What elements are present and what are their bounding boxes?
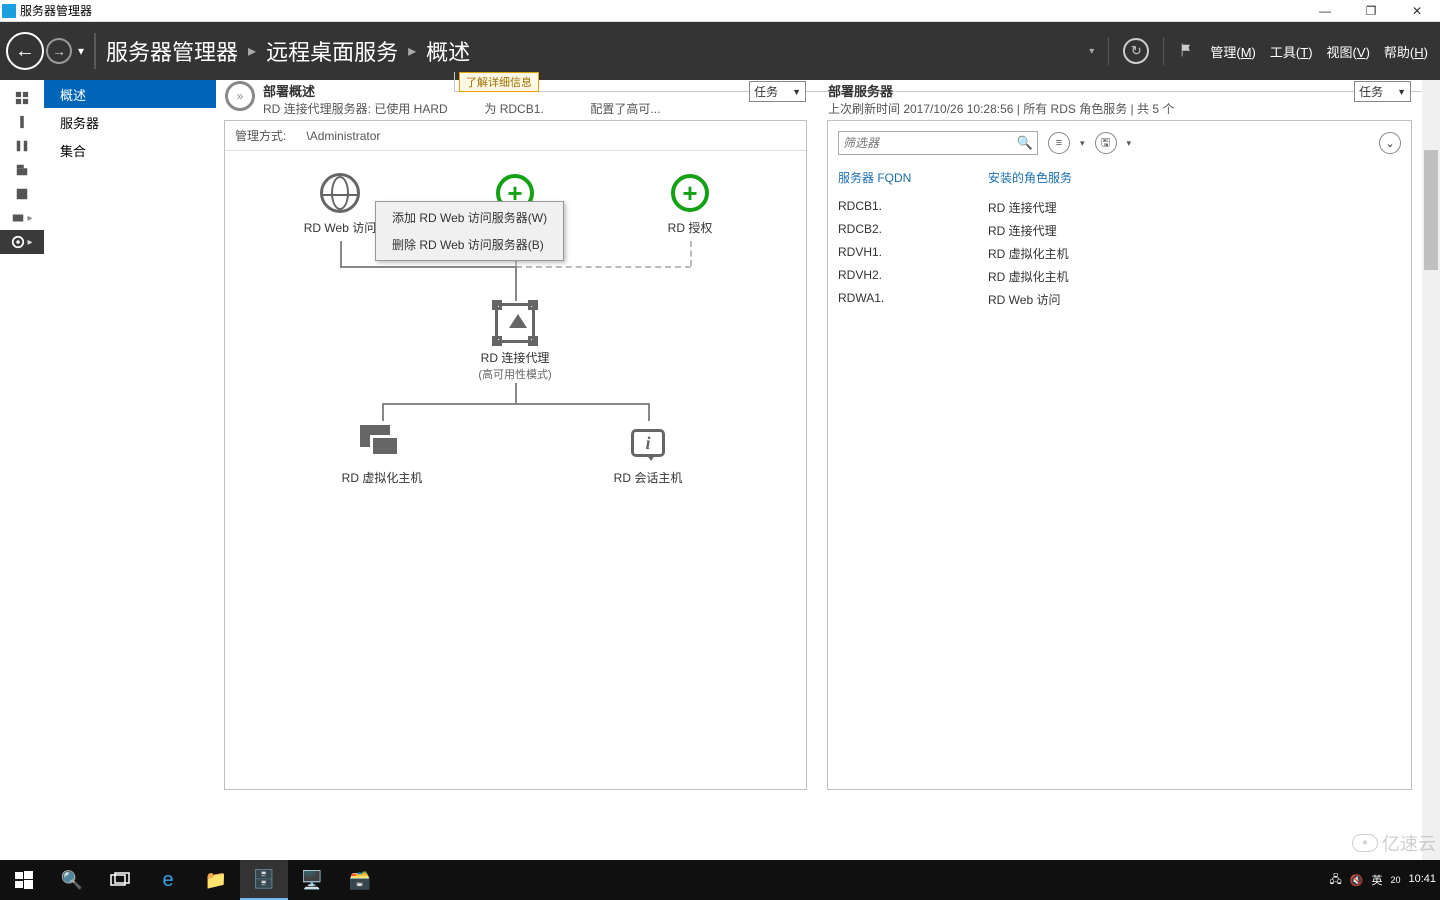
taskbar-servermanager-icon[interactable]: 🗄️	[240, 860, 288, 900]
node-rd-vhost[interactable]: RD 虚拟化主机	[307, 421, 457, 486]
window-title: 服务器管理器	[20, 2, 92, 19]
rail-hyperv-icon[interactable]: ▸	[0, 206, 44, 230]
nav-forward-button[interactable]: →	[46, 38, 72, 64]
list-view-button[interactable]: ≡	[1048, 132, 1070, 154]
ctx-add-rdweb[interactable]: 添加 RD Web 访问服务器(W)	[378, 204, 561, 231]
context-menu: 添加 RD Web 访问服务器(W) 删除 RD Web 访问服务器(B)	[375, 201, 564, 261]
node-rd-license[interactable]: + RD 授权	[615, 171, 765, 236]
chevron-right-icon: ▸	[248, 41, 256, 61]
dropdown-icon[interactable]: ▾	[1089, 46, 1094, 57]
rail-all-servers-icon[interactable]	[0, 134, 44, 158]
nav-separator	[94, 33, 96, 69]
panel-subtitle: RD 连接代理服务器: 已使用 HARD 为 RDCB1. 配置了高可...	[263, 100, 660, 117]
breadcrumb-leaf[interactable]: 概述	[426, 35, 470, 67]
col-fqdn[interactable]: 服务器 FQDN	[838, 169, 948, 186]
watermark: ✦亿速云	[1352, 830, 1436, 856]
node-rd-broker[interactable]: RD 连接代理 (高可用性模式)	[440, 301, 590, 382]
breadcrumb: 服务器管理器 ▸ 远程桌面服务 ▸ 概述	[106, 35, 470, 67]
breadcrumb-level1[interactable]: 远程桌面服务	[266, 35, 398, 67]
panel-header: 部署服务器 上次刷新时间 2017/10/26 10:28:56 | 所有 RD…	[828, 81, 1411, 117]
broker-icon	[495, 303, 535, 343]
taskbar-explorer-icon[interactable]: 📁	[192, 860, 240, 900]
nav-back-button[interactable]: ←	[6, 32, 44, 70]
tasks-dropdown[interactable]: 任务▼	[749, 81, 806, 102]
servers-toolbar: 🔍 ≡ ▾ 🖫 ▾ ⌄	[828, 121, 1411, 165]
tray-ime-num: 20	[1390, 875, 1400, 885]
breadcrumb-root[interactable]: 服务器管理器	[106, 35, 238, 67]
panel-subtitle: 上次刷新时间 2017/10/26 10:28:56 | 所有 RDS 角色服务…	[828, 100, 1174, 117]
notifications-flag-icon[interactable]	[1178, 41, 1196, 62]
close-button[interactable]: ✕	[1394, 0, 1440, 22]
save-query-button[interactable]: 🖫	[1095, 132, 1117, 154]
header-menus: ▾ ↻ 管理(M) 工具(T) 视图(V) 帮助(H)	[1089, 37, 1440, 65]
nav-item-overview[interactable]: 概述	[44, 80, 216, 108]
nav-item-collections[interactable]: 集合	[44, 136, 216, 164]
minimize-button[interactable]: —	[1302, 0, 1348, 22]
rail-local-server-icon[interactable]	[0, 110, 44, 134]
nav-panel: 概述 服务器 集合	[44, 80, 216, 860]
app-icon	[2, 4, 16, 18]
taskbar-ie-icon[interactable]: e	[144, 860, 192, 900]
scrollbar-thumb[interactable]	[1424, 150, 1438, 270]
rail-file-services-icon[interactable]	[0, 158, 44, 182]
taskbar-clock[interactable]: 10:41	[1408, 873, 1436, 886]
plus-icon: +	[671, 174, 709, 212]
search-icon[interactable]: 🔍	[1017, 135, 1033, 151]
panel-title: 部署概述	[263, 81, 660, 100]
tray-volume-icon[interactable]: 🔇	[1350, 874, 1364, 887]
dropdown-icon[interactable]: ▾	[1080, 138, 1085, 149]
maximize-button[interactable]: ❐	[1348, 0, 1394, 22]
panel-title: 部署服务器	[828, 81, 1174, 100]
tray-network-icon[interactable]: 🖧	[1329, 871, 1341, 890]
table-row[interactable]: RDCB1.RD 连接代理	[838, 196, 1401, 219]
tasks-dropdown[interactable]: 任务▼	[1354, 81, 1411, 102]
rail-dashboard-icon[interactable]	[0, 86, 44, 110]
tray-ime[interactable]: 英	[1371, 872, 1382, 888]
titlebar: 服务器管理器 — ❐ ✕	[0, 0, 1440, 22]
rail-rds-icon[interactable]: ▸	[0, 230, 44, 254]
vhost-icon	[360, 425, 404, 461]
expand-button[interactable]: ⌄	[1379, 132, 1401, 154]
chevron-right-icon: ▸	[408, 41, 416, 61]
management-mode-row: 管理方式: \Administrator	[225, 121, 806, 151]
table-row[interactable]: RDWA1.RD Web 访问	[838, 288, 1401, 311]
table-row[interactable]: RDVH2.RD 虚拟化主机	[838, 265, 1401, 288]
deployment-diagram: RD Web 访问 + + RD 授权 添加 RD Web 访问服务器(W) 删…	[225, 151, 806, 711]
panel-header: » 部署概述 RD 连接代理服务器: 已使用 HARD 为 RDCB1. 配置了…	[225, 81, 806, 117]
main-content: 了解详细信息 » 部署概述 RD 连接代理服务器: 已使用 HARD 为 RDC…	[216, 80, 1440, 860]
nav-item-servers[interactable]: 服务器	[44, 108, 216, 136]
shost-icon: i	[631, 429, 665, 457]
taskbar-app2-icon[interactable]: 🗃️	[336, 860, 384, 900]
taskbar-app-icon[interactable]: 🖥️	[288, 860, 336, 900]
rail-iis-icon[interactable]	[0, 182, 44, 206]
node-rd-shost[interactable]: i RD 会话主机	[573, 421, 723, 486]
window-controls: — ❐ ✕	[1302, 0, 1440, 22]
taskview-button[interactable]	[96, 860, 144, 900]
deployment-overview-panel: » 部署概述 RD 连接代理服务器: 已使用 HARD 为 RDCB1. 配置了…	[224, 120, 807, 790]
menu-view[interactable]: 视图(V)	[1327, 42, 1370, 61]
start-button[interactable]	[0, 860, 48, 900]
globe-icon	[320, 173, 360, 213]
nav-history-dropdown[interactable]: ▾	[78, 44, 84, 58]
table-row[interactable]: RDCB2.RD 连接代理	[838, 219, 1401, 242]
taskbar: 🔍 e 📁 🗄️ 🖥️ 🗃️ 🖧 🔇 英 20 10:41	[0, 860, 1440, 900]
chevron-collapse-icon[interactable]: »	[225, 81, 255, 111]
filter-input[interactable]	[843, 136, 1017, 150]
table-row[interactable]: RDVH1.RD 虚拟化主机	[838, 242, 1401, 265]
filter-input-wrap[interactable]: 🔍	[838, 131, 1038, 155]
col-roles[interactable]: 安装的角色服务	[988, 169, 1072, 186]
table-header: 服务器 FQDN 安装的角色服务	[828, 165, 1411, 190]
icon-rail: ▸ ▸	[0, 80, 44, 860]
deployment-servers-panel: 部署服务器 上次刷新时间 2017/10/26 10:28:56 | 所有 RD…	[827, 120, 1412, 790]
menu-manage[interactable]: 管理(M)	[1210, 42, 1256, 61]
menu-tools[interactable]: 工具(T)	[1270, 42, 1313, 61]
refresh-button[interactable]: ↻	[1123, 38, 1149, 64]
dropdown-icon[interactable]: ▾	[1127, 138, 1132, 149]
menu-help[interactable]: 帮助(H)	[1384, 42, 1428, 61]
ctx-remove-rdweb[interactable]: 删除 RD Web 访问服务器(B)	[378, 231, 561, 258]
search-button[interactable]: 🔍	[48, 860, 96, 900]
table-body: RDCB1.RD 连接代理 RDCB2.RD 连接代理 RDVH1.RD 虚拟化…	[828, 190, 1411, 317]
vertical-scrollbar[interactable]	[1422, 80, 1440, 860]
